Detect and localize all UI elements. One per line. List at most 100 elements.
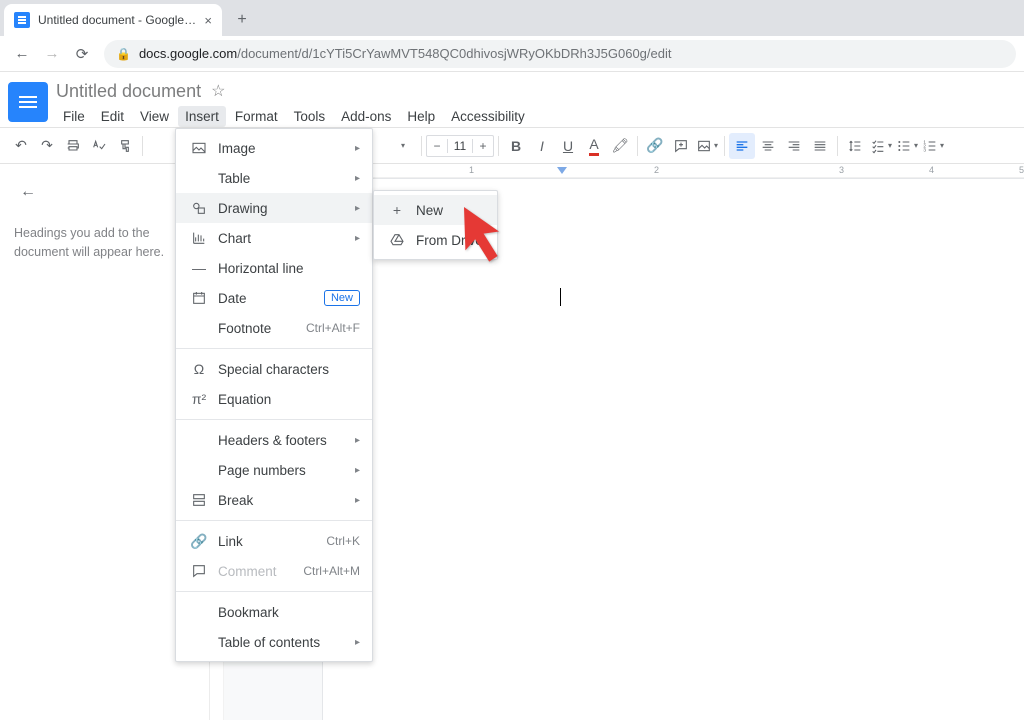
plus-icon: + — [386, 202, 408, 218]
menu-item-toc[interactable]: Table of contents ▸ — [176, 627, 372, 657]
document-title[interactable]: Untitled document — [56, 81, 201, 102]
reload-button[interactable]: ⟳ — [68, 40, 96, 68]
shortcut-label: Ctrl+K — [326, 534, 360, 548]
insert-comment-button[interactable] — [668, 133, 694, 159]
chart-icon — [188, 230, 210, 246]
submenu-item-from-drive[interactable]: From Drive — [374, 225, 497, 255]
address-bar[interactable]: 🔒 docs.google.com /document/d/1cYTi5CrYa… — [104, 40, 1016, 68]
forward-button: → — [38, 40, 66, 68]
text-color-button[interactable]: A — [581, 133, 607, 159]
ruler-tick: 4 — [929, 165, 934, 175]
menu-item-special-characters[interactable]: Ω Special characters — [176, 354, 372, 384]
ruler-tick: 2 — [654, 165, 659, 175]
link-icon: 🔗 — [188, 533, 210, 550]
highlight-button[interactable]: 🖍 — [607, 133, 633, 159]
redo-button[interactable]: ↷ — [34, 133, 60, 159]
ruler-tick: 3 — [839, 165, 844, 175]
checklist-button[interactable] — [868, 133, 894, 159]
drawing-submenu: + New From Drive — [373, 190, 498, 260]
shortcut-label: Ctrl+Alt+F — [306, 321, 360, 335]
ruler-indent-marker[interactable] — [557, 167, 567, 174]
browser-tab[interactable]: Untitled document - Google Doc × — [4, 4, 222, 36]
menu-edit[interactable]: Edit — [94, 106, 131, 127]
menu-file[interactable]: File — [56, 106, 92, 127]
break-icon — [188, 492, 210, 508]
line-spacing-button[interactable] — [842, 133, 868, 159]
menu-item-page-numbers[interactable]: Page numbers ▸ — [176, 455, 372, 485]
workspace: ← Headings you add to the document will … — [0, 164, 1024, 720]
menu-format[interactable]: Format — [228, 106, 285, 127]
browser-tab-strip: Untitled document - Google Doc × + — [0, 0, 1024, 36]
new-tab-button[interactable]: + — [228, 6, 256, 34]
lock-icon: 🔒 — [116, 47, 131, 61]
menu-insert[interactable]: Insert — [178, 106, 226, 127]
close-tab-icon[interactable]: × — [204, 13, 212, 28]
back-button[interactable]: ← — [8, 40, 36, 68]
menu-item-break[interactable]: Break ▸ — [176, 485, 372, 515]
bulleted-list-button[interactable] — [894, 133, 920, 159]
align-justify-button[interactable] — [807, 133, 833, 159]
insert-menu-dropdown: Image ▸ Table ▸ Drawing ▸ Chart ▸ — Hori… — [175, 128, 373, 662]
italic-button[interactable]: I — [529, 133, 555, 159]
font-size-control[interactable]: − 11 + — [426, 135, 494, 157]
menu-item-footnote[interactable]: Footnote Ctrl+Alt+F — [176, 313, 372, 343]
insert-link-button[interactable]: 🔗 — [642, 133, 668, 159]
align-right-button[interactable] — [781, 133, 807, 159]
menu-item-link[interactable]: 🔗 Link Ctrl+K — [176, 526, 372, 556]
insert-image-button[interactable] — [694, 133, 720, 159]
submenu-arrow-icon: ▸ — [355, 637, 360, 648]
outline-collapse-button[interactable]: ← — [14, 178, 42, 206]
menu-tools[interactable]: Tools — [287, 106, 333, 127]
bold-button[interactable]: B — [503, 133, 529, 159]
align-left-button[interactable] — [729, 133, 755, 159]
menu-addons[interactable]: Add-ons — [334, 106, 398, 127]
menu-help[interactable]: Help — [400, 106, 442, 127]
menu-separator — [176, 419, 372, 420]
menu-item-table[interactable]: Table ▸ — [176, 163, 372, 193]
url-path: /document/d/1cYTi5CrYawMVT548QC0dhivosjW… — [237, 46, 671, 61]
submenu-arrow-icon: ▸ — [355, 173, 360, 184]
submenu-arrow-icon: ▸ — [355, 233, 360, 244]
new-badge: New — [324, 290, 360, 306]
menu-accessibility[interactable]: Accessibility — [444, 106, 532, 127]
outline-placeholder: Headings you add to the document will ap… — [14, 224, 195, 262]
font-size-value[interactable]: 11 — [447, 139, 473, 153]
numbered-list-button[interactable]: 123 — [920, 133, 946, 159]
spellcheck-button[interactable] — [86, 133, 112, 159]
svg-text:3: 3 — [923, 147, 926, 152]
ruler-tick: 5 — [1019, 165, 1024, 175]
shortcut-label: Ctrl+Alt+M — [303, 564, 360, 578]
menu-item-headers-footers[interactable]: Headers & footers ▸ — [176, 425, 372, 455]
print-button[interactable] — [60, 133, 86, 159]
docs-logo-icon[interactable] — [8, 82, 48, 122]
submenu-item-new[interactable]: + New — [374, 195, 497, 225]
submenu-arrow-icon: ▸ — [355, 465, 360, 476]
menu-item-equation[interactable]: π² Equation — [176, 384, 372, 414]
align-center-button[interactable] — [755, 133, 781, 159]
menu-item-drawing[interactable]: Drawing ▸ — [176, 193, 372, 223]
paint-format-button[interactable] — [112, 133, 138, 159]
undo-button[interactable]: ↶ — [8, 133, 34, 159]
menu-separator — [176, 591, 372, 592]
underline-button[interactable]: U — [555, 133, 581, 159]
text-cursor — [560, 288, 561, 306]
font-size-increase[interactable]: + — [473, 139, 493, 153]
menu-item-image[interactable]: Image ▸ — [176, 133, 372, 163]
ruler-tick: 1 — [469, 165, 474, 175]
submenu-arrow-icon: ▸ — [355, 435, 360, 446]
menu-view[interactable]: View — [133, 106, 176, 127]
comment-icon — [188, 563, 210, 579]
tab-title: Untitled document - Google Doc — [38, 13, 198, 27]
submenu-arrow-icon: ▸ — [355, 143, 360, 154]
browser-nav-bar: ← → ⟳ 🔒 docs.google.com /document/d/1cYT… — [0, 36, 1024, 72]
styles-dropdown[interactable] — [387, 133, 417, 159]
docs-favicon — [14, 12, 30, 28]
calendar-icon — [188, 290, 210, 306]
font-size-decrease[interactable]: − — [427, 139, 447, 153]
menu-item-horizontal-line[interactable]: — Horizontal line — [176, 253, 372, 283]
menu-item-bookmark[interactable]: Bookmark — [176, 597, 372, 627]
menu-item-date[interactable]: Date New — [176, 283, 372, 313]
star-icon[interactable]: ☆ — [211, 81, 225, 101]
image-icon — [188, 140, 210, 156]
menu-item-chart[interactable]: Chart ▸ — [176, 223, 372, 253]
